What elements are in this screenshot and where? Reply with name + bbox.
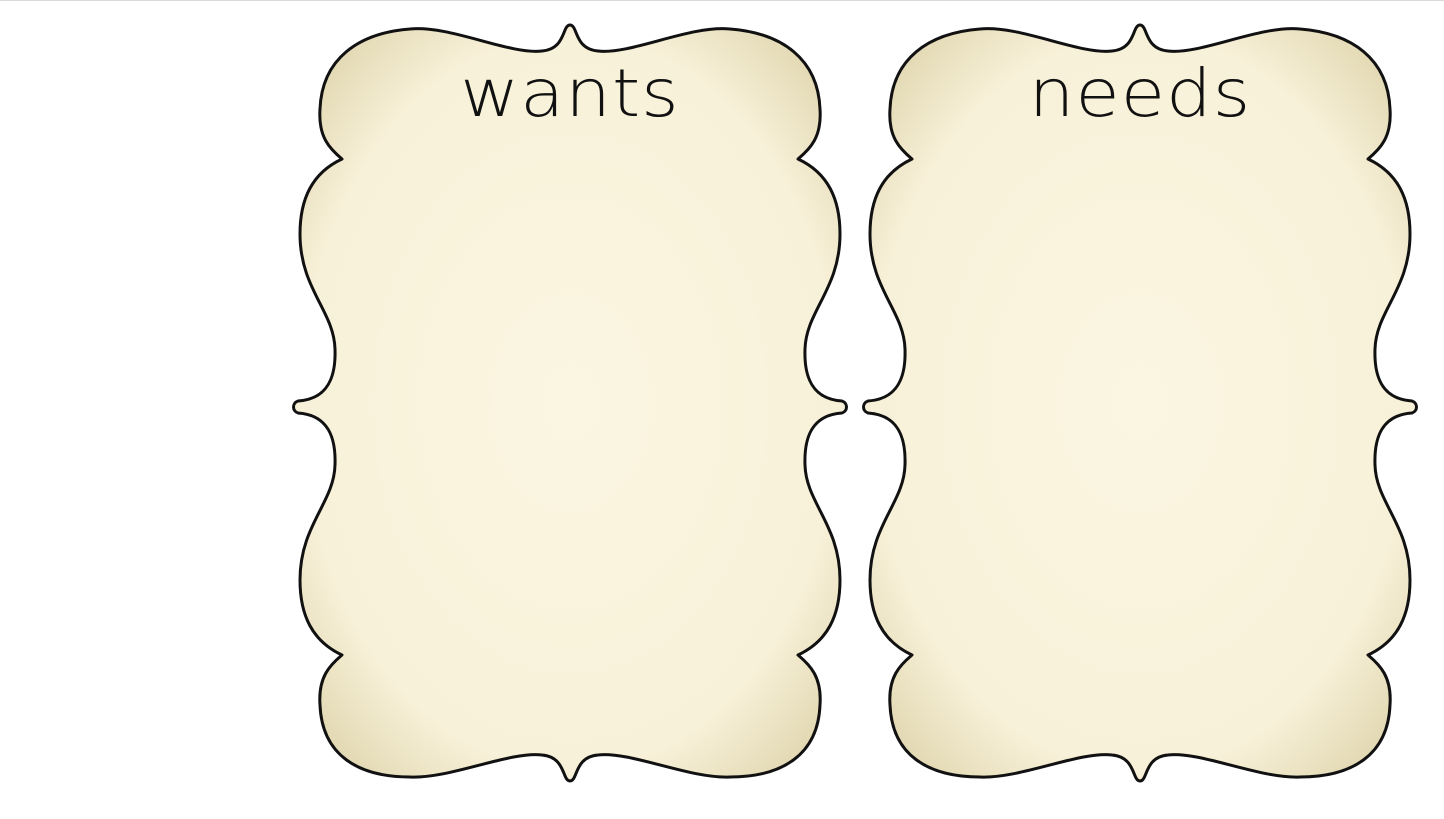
needs-frame: needs: [860, 19, 1420, 787]
slide-canvas: wants needs: [0, 0, 1444, 819]
needs-frame-outline: [862, 23, 1418, 783]
needs-frame-shape: [862, 23, 1418, 783]
wants-frame-shape: [292, 23, 848, 783]
needs-title: needs: [1028, 54, 1252, 132]
wants-frame-outline: [292, 23, 848, 783]
wants-title: wants: [460, 54, 680, 132]
wants-frame: wants: [290, 19, 850, 787]
